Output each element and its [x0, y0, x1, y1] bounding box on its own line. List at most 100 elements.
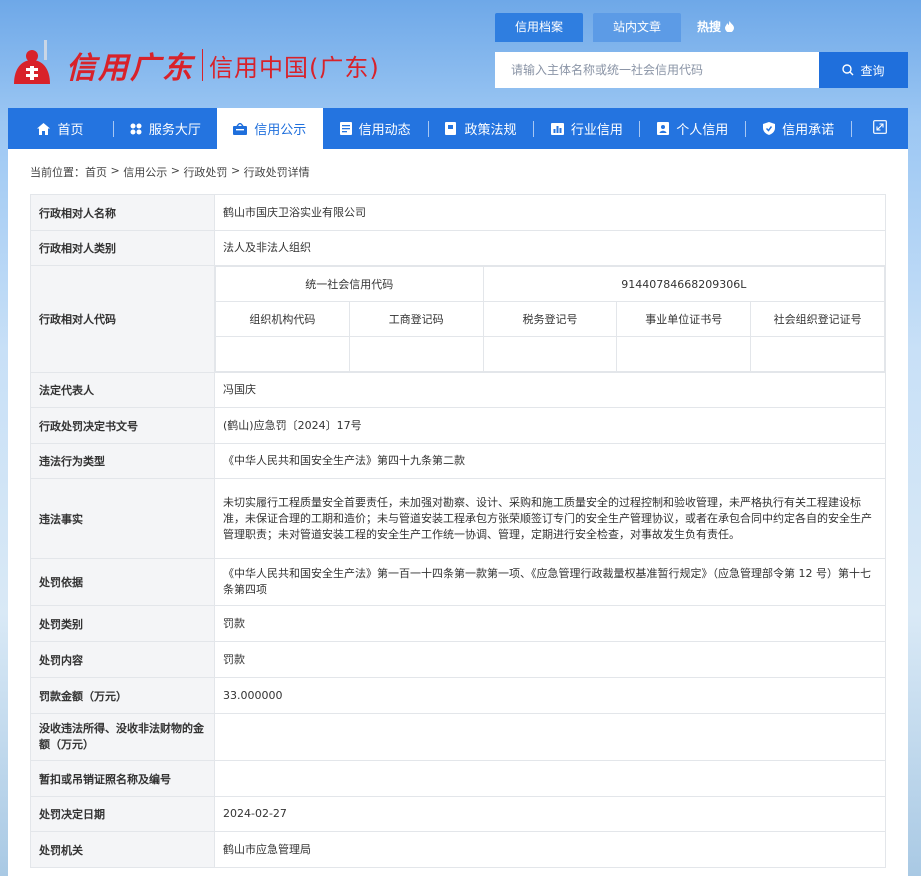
expand-button[interactable]: [852, 108, 908, 149]
content-panel: 当前位置： 首页 > 信用公示 > 行政处罚 > 行政处罚详情 行政相对人名称 …: [8, 149, 908, 876]
row-value: 罚款: [214, 641, 886, 678]
logo-divider: [202, 49, 203, 81]
search-tabs: 信用档案 站内文章 热搜: [495, 13, 750, 42]
table-row: 处罚类别 罚款: [30, 605, 886, 642]
row-label: 暂扣或吊销证照名称及编号: [30, 760, 215, 797]
chart-icon: [550, 122, 564, 135]
nav-item-label: 信用动态: [358, 123, 411, 138]
uscc-value: 91440784668209306L: [482, 266, 886, 302]
code-value: [750, 336, 885, 372]
row-value: (鹤山)应急罚〔2024〕17号: [214, 407, 886, 444]
breadcrumb: 当前位置： 首页 > 信用公示 > 行政处罚 > 行政处罚详情: [30, 164, 310, 180]
hot-search-link[interactable]: 热搜: [691, 13, 740, 42]
code-value: [616, 336, 752, 372]
tab-credit-archive[interactable]: 信用档案: [495, 13, 584, 42]
uscc-label: 统一社会信用代码: [215, 266, 484, 302]
nav-item-personal-credit[interactable]: 个人信用: [640, 108, 745, 149]
code-header: 税务登记号: [482, 301, 618, 337]
search-icon: [842, 64, 854, 76]
row-value: 《中华人民共和国安全生产法》第四十九条第二款: [214, 443, 886, 479]
row-value: 冯国庆: [214, 372, 886, 408]
row-label: 处罚依据: [30, 558, 215, 606]
code-subtable: 统一社会信用代码 91440784668209306L 组织机构代码 工商登记码…: [215, 266, 886, 372]
nav-item-label: 首页: [57, 123, 84, 138]
breadcrumb-separator: >: [110, 164, 120, 177]
logo-sub-text: 信用中国(广东): [209, 53, 380, 82]
row-label: 处罚机关: [30, 831, 215, 868]
site-logo[interactable]: 信用广东 信用中国(广东): [8, 0, 380, 90]
table-row: 行政相对人代码 统一社会信用代码 91440784668209306L 组织机构…: [30, 265, 886, 373]
nav-item-label: 信用公示: [254, 123, 307, 138]
book-icon: [445, 122, 457, 135]
row-value: 鹤山市国庆卫浴实业有限公司: [214, 194, 886, 231]
penalty-detail-table: 行政相对人名称 鹤山市国庆卫浴实业有限公司 行政相对人类别 法人及非法人组织 行…: [30, 194, 886, 868]
nav-item-label: 政策法规: [464, 123, 517, 138]
breadcrumb-admin-penalty[interactable]: 行政处罚: [183, 164, 227, 180]
nav-item-label: 行业信用: [570, 123, 623, 138]
row-value: 未切实履行工程质量安全首要责任，未加强对勘察、设计、采购和施工质量安全的过程控制…: [214, 478, 886, 559]
table-row: 行政相对人类别 法人及非法人组织: [30, 230, 886, 266]
row-label: 行政相对人名称: [30, 194, 215, 231]
nav-item-service-hall[interactable]: 服务大厅: [114, 108, 217, 149]
site-header: 信用广东 信用中国(广东) 信用档案 站内文章 热搜 查询: [0, 0, 921, 108]
main-nav: 首页 服务大厅 信用公示 信用动态 政策法规 行业信用 个人信用 信用承诺: [8, 108, 908, 149]
hot-search-label: 热搜: [697, 20, 722, 34]
row-label: 没收违法所得、没收非法财物的金额（万元）: [30, 713, 215, 761]
row-value: 鹤山市应急管理局: [214, 831, 886, 868]
row-label: 行政相对人类别: [30, 230, 215, 266]
code-header: 组织机构代码: [215, 301, 350, 337]
row-label: 处罚类别: [30, 605, 215, 642]
logo-emblem-icon: [8, 0, 58, 90]
table-row: 处罚机关 鹤山市应急管理局: [30, 831, 886, 868]
megaphone-icon: [233, 122, 248, 135]
row-value: 法人及非法人组织: [214, 230, 886, 266]
row-value: [214, 713, 886, 761]
row-value: 33.000000: [214, 677, 886, 714]
row-value: 2024-02-27: [214, 796, 886, 832]
row-label: 行政相对人代码: [30, 265, 215, 373]
table-row: 处罚依据 《中华人民共和国安全生产法》第一百一十四条第一款第一项、《应急管理行政…: [30, 558, 886, 606]
code-header: 事业单位证书号: [616, 301, 752, 337]
row-value: 《中华人民共和国安全生产法》第一百一十四条第一款第一项、《应急管理行政裁量权基准…: [214, 558, 886, 606]
table-row: 没收违法所得、没收非法财物的金额（万元）: [30, 713, 886, 761]
code-value: [482, 336, 618, 372]
code-value: [348, 336, 484, 372]
id-card-icon: [657, 122, 670, 135]
code-header: 工商登记码: [348, 301, 484, 337]
flame-icon: [725, 20, 735, 34]
table-row: 暂扣或吊销证照名称及编号: [30, 760, 886, 797]
row-label: 罚款金额（万元）: [30, 677, 215, 714]
table-row: 行政处罚决定书文号 (鹤山)应急罚〔2024〕17号: [30, 407, 886, 444]
row-label: 处罚决定日期: [30, 796, 215, 832]
row-label: 处罚内容: [30, 641, 215, 678]
table-row: 行政相对人名称 鹤山市国庆卫浴实业有限公司: [30, 194, 886, 231]
table-row: 违法行为类型 《中华人民共和国安全生产法》第四十九条第二款: [30, 443, 886, 479]
table-row: 违法事实 未切实履行工程质量安全首要责任，未加强对勘察、设计、采购和施工质量安全…: [30, 478, 886, 559]
breadcrumb-prefix: 当前位置：: [30, 166, 85, 179]
tab-site-articles[interactable]: 站内文章: [593, 13, 682, 42]
row-label: 法定代表人: [30, 372, 215, 408]
table-row: 处罚决定日期 2024-02-27: [30, 796, 886, 832]
logo-main-text: 信用广东: [66, 51, 194, 86]
breadcrumb-home[interactable]: 首页: [85, 164, 107, 180]
nav-item-credit-news[interactable]: 信用动态: [323, 108, 428, 149]
nav-item-policy[interactable]: 政策法规: [429, 108, 534, 149]
table-row: 法定代表人 冯国庆: [30, 372, 886, 408]
breadcrumb-separator: >: [230, 164, 241, 177]
search-input[interactable]: [495, 52, 819, 88]
code-subtable-cell: 统一社会信用代码 91440784668209306L 组织机构代码 工商登记码…: [214, 265, 886, 373]
nav-item-industry-credit[interactable]: 行业信用: [534, 108, 639, 149]
shield-check-icon: [763, 122, 776, 135]
breadcrumb-credit-publicity[interactable]: 信用公示: [123, 164, 167, 180]
home-icon: [37, 122, 51, 135]
nav-item-credit-commitment[interactable]: 信用承诺: [746, 108, 851, 149]
row-label: 行政处罚决定书文号: [30, 407, 215, 444]
breadcrumb-separator: >: [170, 164, 180, 177]
nav-item-credit-publicity[interactable]: 信用公示: [216, 108, 323, 149]
nav-item-label: 信用承诺: [782, 123, 835, 138]
breadcrumb-current: 行政处罚详情: [243, 166, 310, 179]
search-button[interactable]: 查询: [819, 52, 908, 88]
search-bar: 查询: [495, 52, 908, 88]
nav-item-home[interactable]: 首页: [8, 108, 113, 149]
news-icon: [339, 122, 352, 135]
